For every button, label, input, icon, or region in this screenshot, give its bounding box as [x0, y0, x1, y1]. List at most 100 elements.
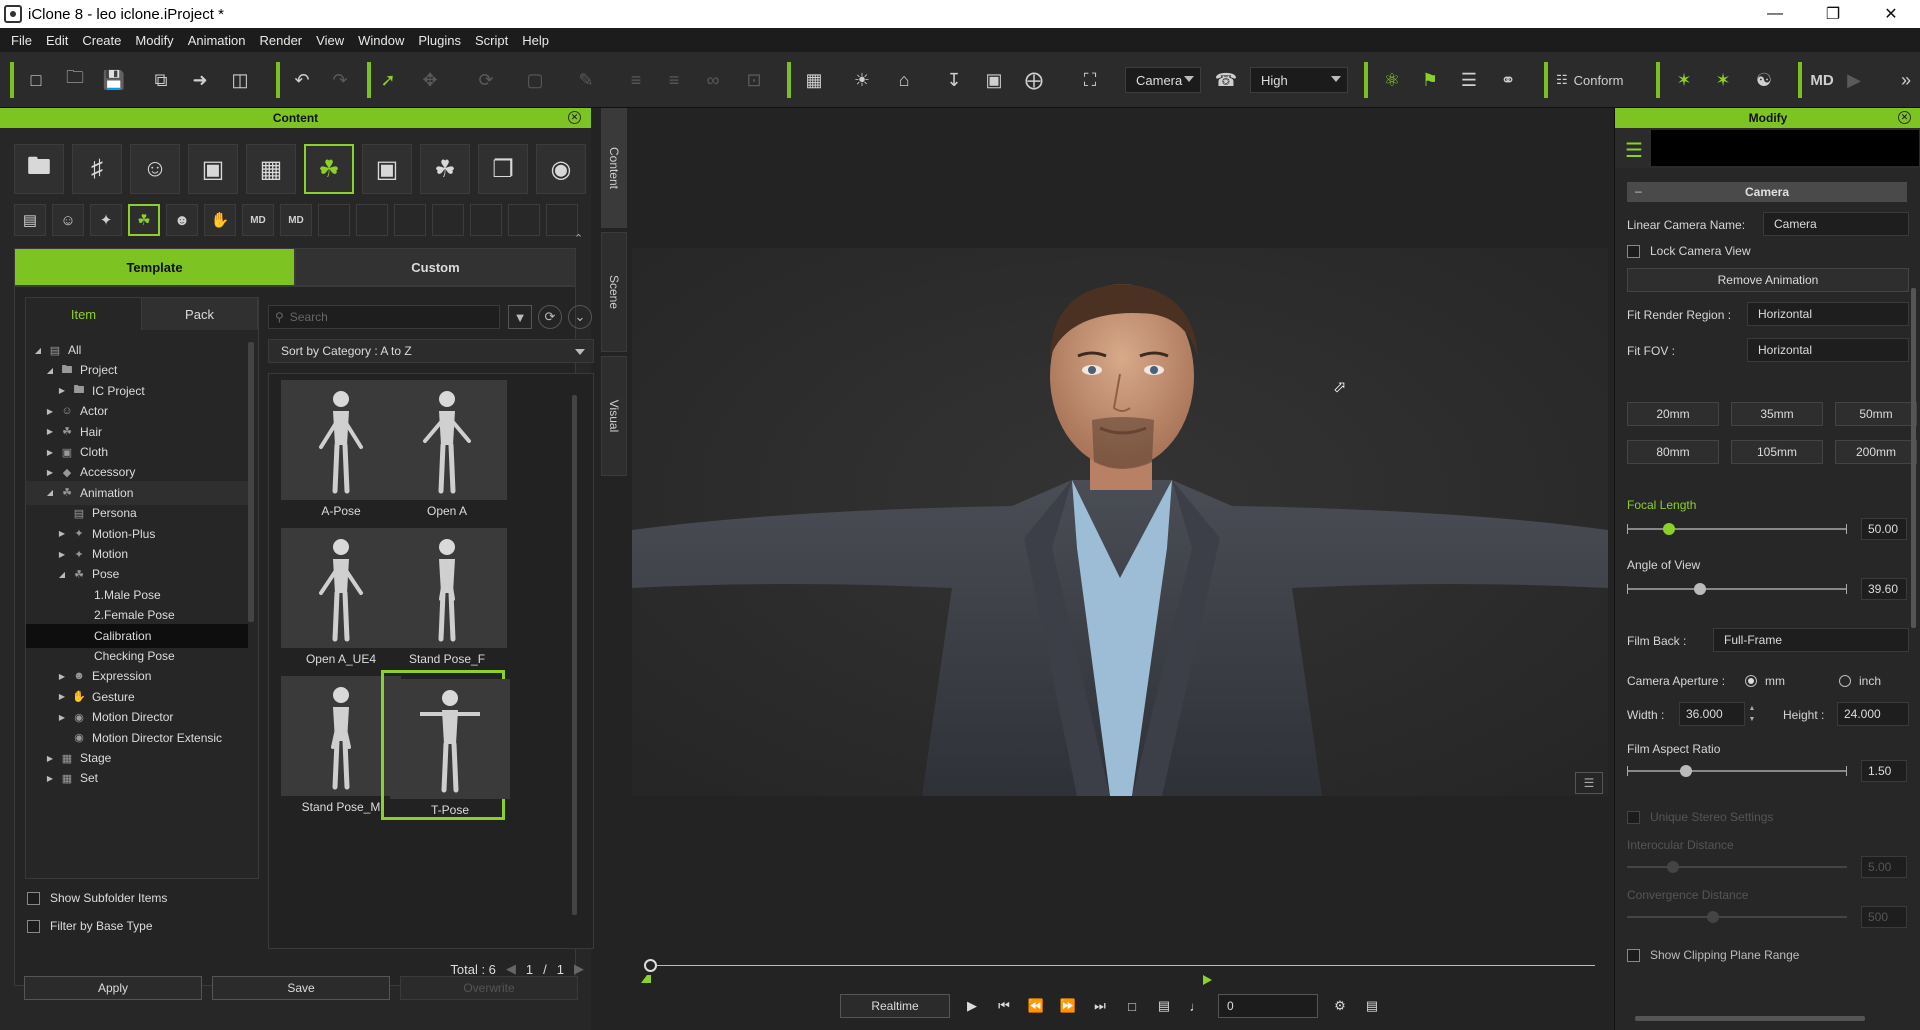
add-object-icon[interactable]: ⨁	[1020, 66, 1048, 94]
apply-button[interactable]: Apply	[24, 976, 202, 1000]
edit-pen-icon[interactable]: ✎	[572, 66, 600, 94]
usd-export-icon[interactable]: ◫	[226, 66, 254, 94]
modify-scrollbar[interactable]	[1911, 288, 1916, 628]
script-icon[interactable]: ▤	[14, 204, 46, 236]
menu-render[interactable]: Render	[253, 33, 310, 48]
prop-category-icon[interactable]: ❐	[478, 144, 528, 194]
skip-to-end-icon[interactable]: ⏭	[1090, 998, 1110, 1014]
width-input[interactable]: 36.000	[1679, 702, 1745, 726]
stereo-row[interactable]: Unique Stereo Settings	[1627, 810, 1773, 824]
toolbar-overflow-icon[interactable]: »	[1892, 66, 1920, 94]
angle-of-view-input[interactable]: 39.60	[1861, 578, 1907, 600]
md-extension-icon[interactable]: MD	[280, 204, 312, 236]
focal-length-slider[interactable]	[1627, 522, 1847, 536]
tree-expanded-icon[interactable]: ◢	[44, 488, 56, 497]
stereo-checkbox[interactable]	[1627, 810, 1640, 824]
play-icon[interactable]: ▶	[962, 998, 982, 1014]
tree-collapsed-icon[interactable]: ▶	[44, 468, 56, 477]
angle-of-view-slider[interactable]	[1627, 582, 1847, 596]
range-end-marker[interactable]	[1203, 975, 1212, 985]
aperture-mm-option[interactable]: mm	[1745, 674, 1785, 688]
tree-collapsed-icon[interactable]: ▶	[56, 713, 68, 722]
tree-collapsed-icon[interactable]: ▶	[44, 448, 56, 457]
angle-of-view-handle[interactable]	[1693, 583, 1706, 595]
settings-list-icon[interactable]: ☰	[1455, 66, 1483, 94]
attach-icon[interactable]: ⊡	[740, 66, 768, 94]
undo-icon[interactable]: ↶	[288, 66, 316, 94]
fit-view-icon[interactable]: ⛶	[1076, 66, 1104, 94]
interocular-slider[interactable]	[1627, 860, 1847, 874]
md-icon[interactable]: MD	[242, 204, 274, 236]
aspect-ratio-input[interactable]: 1.50	[1861, 760, 1907, 782]
side-tab-visual[interactable]: Visual	[601, 356, 627, 476]
subtitle-icon[interactable]: ☰	[1575, 772, 1603, 794]
collapse-minus-icon[interactable]: –	[1635, 184, 1642, 198]
connect-icon[interactable]: ⚭	[1494, 66, 1522, 94]
tree-collapsed-icon[interactable]: ▶	[56, 386, 68, 395]
menu-file[interactable]: File	[4, 33, 39, 48]
tree-collapsed-icon[interactable]: ▶	[56, 550, 68, 559]
motion-icon[interactable]: ✦	[90, 204, 122, 236]
previous-frame-icon[interactable]: ⏪	[1026, 998, 1046, 1014]
tree-collapsed-icon[interactable]: ▶	[56, 692, 68, 701]
motion-director-icon[interactable]: MD	[1808, 66, 1836, 94]
center-view-icon[interactable]: ▣	[980, 66, 1008, 94]
pose-thumbnail[interactable]: Stand Pose_F	[381, 522, 507, 672]
panel-close-icon[interactable]: ✕	[1898, 111, 1911, 124]
modify-horizontal-scrollbar[interactable]	[1635, 1016, 1865, 1021]
md-play-icon[interactable]: ▶	[1840, 66, 1868, 94]
lock-camera-row[interactable]: Lock Camera View	[1627, 244, 1751, 258]
hand-gesture-icon[interactable]: ✋	[204, 204, 236, 236]
filter-base-checkbox[interactable]	[27, 919, 40, 933]
camera-select[interactable]: Camera	[1125, 67, 1201, 93]
lens-35mm-button[interactable]: 35mm	[1731, 402, 1823, 426]
redo-icon[interactable]: ↷	[326, 66, 354, 94]
lock-camera-checkbox[interactable]	[1627, 244, 1640, 258]
timeline-slider[interactable]	[644, 958, 1595, 974]
menu-help[interactable]: Help	[515, 33, 556, 48]
aperture-inch-option[interactable]: inch	[1839, 674, 1881, 688]
distribute-icon[interactable]: ≡	[660, 66, 688, 94]
save-icon[interactable]: 💾	[100, 66, 128, 94]
focal-length-handle[interactable]	[1662, 523, 1675, 535]
menu-plugins[interactable]: Plugins	[411, 33, 468, 48]
restore-icon[interactable]: ❐	[1804, 0, 1862, 28]
head-category-icon[interactable]: ☺	[130, 144, 180, 194]
tree-category-icon[interactable]: ☘	[420, 144, 470, 194]
tree-collapsed-icon[interactable]: ▶	[44, 427, 56, 436]
caption-icon[interactable]: ▤	[1154, 998, 1174, 1014]
pose-icon[interactable]: ☘	[128, 204, 160, 236]
sliders-icon[interactable]: ☰	[1625, 138, 1643, 163]
expression-icon[interactable]: ☻	[166, 204, 198, 236]
thumbnail-scrollbar[interactable]	[572, 395, 577, 915]
convergence-input[interactable]: 500	[1861, 906, 1907, 928]
clipping-checkbox[interactable]	[1627, 948, 1640, 962]
frame-input[interactable]: 0	[1218, 994, 1318, 1018]
conform-button[interactable]: ☷ Conform	[1556, 66, 1624, 94]
tree-expanded-icon[interactable]: ◢	[56, 570, 68, 579]
tab-custom[interactable]: Custom	[295, 248, 576, 286]
convergence-slider[interactable]	[1627, 910, 1847, 924]
save-button[interactable]: Save	[212, 976, 390, 1000]
fit-render-select[interactable]: Horizontal	[1747, 302, 1909, 326]
pose-thumbnail[interactable]: T-Pose	[381, 670, 510, 820]
open-folder-icon[interactable]: 🗀	[61, 66, 89, 94]
mocap-icon[interactable]: ⚛	[1378, 66, 1406, 94]
close-icon[interactable]: ✕	[1862, 0, 1920, 28]
persona-icon[interactable]: ☺	[52, 204, 84, 236]
tree-collapsed-icon[interactable]: ▶	[44, 407, 56, 416]
convergence-handle[interactable]	[1706, 911, 1719, 923]
audio-icon[interactable]: ♩	[1186, 999, 1206, 1014]
side-tab-content[interactable]: Content	[601, 108, 627, 228]
next-frame-icon[interactable]: ⏩	[1058, 998, 1078, 1014]
new-file-icon[interactable]: □	[22, 66, 50, 94]
tree-collapsed-icon[interactable]: ▶	[44, 774, 56, 783]
media-category-icon[interactable]: ◉	[536, 144, 586, 194]
aspect-ratio-slider[interactable]	[1627, 764, 1847, 778]
menu-edit[interactable]: Edit	[39, 33, 75, 48]
height-input[interactable]: 24.000	[1837, 702, 1909, 726]
lens-20mm-button[interactable]: 20mm	[1627, 402, 1719, 426]
select-arrow-icon[interactable]: ➚	[374, 66, 402, 94]
next-page-icon[interactable]: ▶	[574, 961, 584, 977]
interocular-handle[interactable]	[1667, 861, 1680, 873]
